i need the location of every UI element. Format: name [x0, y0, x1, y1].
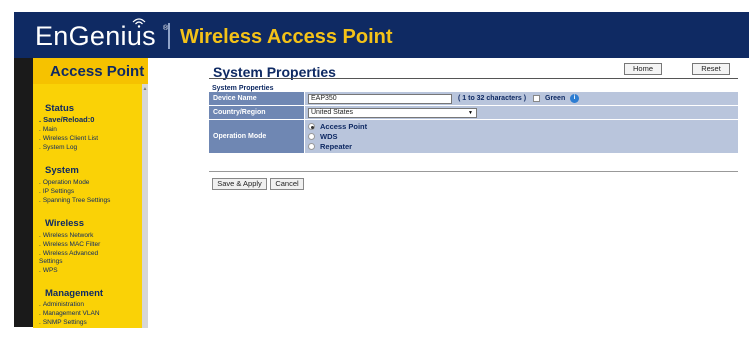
- sidebar-item-spanning-tree[interactable]: . Spanning Tree Settings: [39, 197, 139, 205]
- engenius-logo[interactable]: EnGenius ®: [35, 18, 168, 52]
- country-row: Country/Region United States ▼: [209, 106, 738, 120]
- cancel-button[interactable]: Cancel: [270, 178, 304, 190]
- operation-mode-label: Operation Mode: [209, 120, 304, 153]
- sidebar-section-management: Management: [45, 288, 104, 299]
- radio-button-checked[interactable]: [308, 123, 315, 130]
- radio-access-point[interactable]: Access Point: [308, 122, 367, 131]
- country-label: Country/Region: [209, 106, 304, 119]
- operation-mode-cell: Access Point WDS Repeater: [305, 120, 738, 153]
- operation-mode-row: Operation Mode Access Point WDS Repeater: [209, 120, 738, 154]
- sidebar-section-wireless: Wireless: [45, 218, 84, 229]
- sidebar-section-system: System: [45, 165, 79, 176]
- reset-button[interactable]: Reset: [692, 63, 730, 75]
- device-name-label: Device Name: [209, 92, 304, 105]
- header-divider: [168, 23, 170, 49]
- country-cell: United States ▼: [305, 106, 738, 119]
- sidebar-item-management-vlan[interactable]: . Management VLAN: [39, 310, 139, 318]
- sidebar-item-snmp-settings[interactable]: . SNMP Settings: [39, 319, 139, 327]
- sidebar-item-save-reload[interactable]: . Save/Reload:0: [39, 116, 139, 124]
- save-apply-button[interactable]: Save & Apply: [212, 178, 267, 190]
- sidebar: Access Point Status . Save/Reload:0 . Main…: [33, 58, 148, 328]
- radio-repeater[interactable]: Repeater: [308, 142, 352, 151]
- radio-button[interactable]: [308, 133, 315, 140]
- device-name-hint: ( 1 to 32 characters ): [458, 95, 527, 102]
- country-select[interactable]: United States ▼: [308, 108, 477, 118]
- form-divider: [209, 171, 738, 172]
- device-name-cell: EAP350 ( 1 to 32 characters ) Green i: [305, 92, 738, 105]
- sidebar-item-system-log[interactable]: . System Log: [39, 144, 139, 152]
- dropdown-arrow-icon: ▼: [468, 110, 473, 116]
- radio-button[interactable]: [308, 143, 315, 150]
- green-checkbox[interactable]: [533, 95, 540, 102]
- home-button[interactable]: Home: [624, 63, 662, 75]
- sidebar-title: Access Point: [33, 58, 148, 84]
- wifi-logo-icon: [132, 18, 146, 28]
- green-label: Green: [545, 95, 566, 102]
- system-properties-table: Device Name EAP350 ( 1 to 32 characters …: [209, 92, 738, 154]
- sidebar-item-ip-settings[interactable]: . IP Settings: [39, 188, 139, 196]
- title-divider: [209, 78, 738, 79]
- section-label: System Properties: [212, 85, 274, 92]
- radio-wds[interactable]: WDS: [308, 132, 338, 141]
- header-bar: EnGenius ® Wireless Access Point: [14, 12, 749, 58]
- sidebar-section-status: Status: [45, 103, 75, 114]
- sidebar-item-wireless-client-list[interactable]: . Wireless Client List: [39, 135, 139, 143]
- header-title: Wireless Access Point: [180, 26, 393, 48]
- sidebar-item-wireless-network[interactable]: . Wireless Network: [39, 232, 139, 240]
- sidebar-item-wireless-mac-filter[interactable]: . Wireless MAC Filter: [39, 241, 139, 249]
- main-content: System Properties Home Reset System Prop…: [148, 58, 749, 328]
- sidebar-item-operation-mode[interactable]: . Operation Mode: [39, 179, 139, 187]
- info-icon[interactable]: i: [570, 94, 579, 103]
- sidebar-item-wps[interactable]: . WPS: [39, 267, 139, 275]
- country-selected-value: United States: [311, 109, 354, 116]
- device-name-input[interactable]: EAP350: [308, 94, 452, 104]
- sidebar-item-wireless-advanced[interactable]: . Wireless Advanced Settings: [39, 250, 117, 266]
- sidebar-item-main[interactable]: . Main: [39, 126, 139, 134]
- sidebar-item-administration[interactable]: . Administration: [39, 301, 139, 309]
- device-name-row: Device Name EAP350 ( 1 to 32 characters …: [209, 92, 738, 106]
